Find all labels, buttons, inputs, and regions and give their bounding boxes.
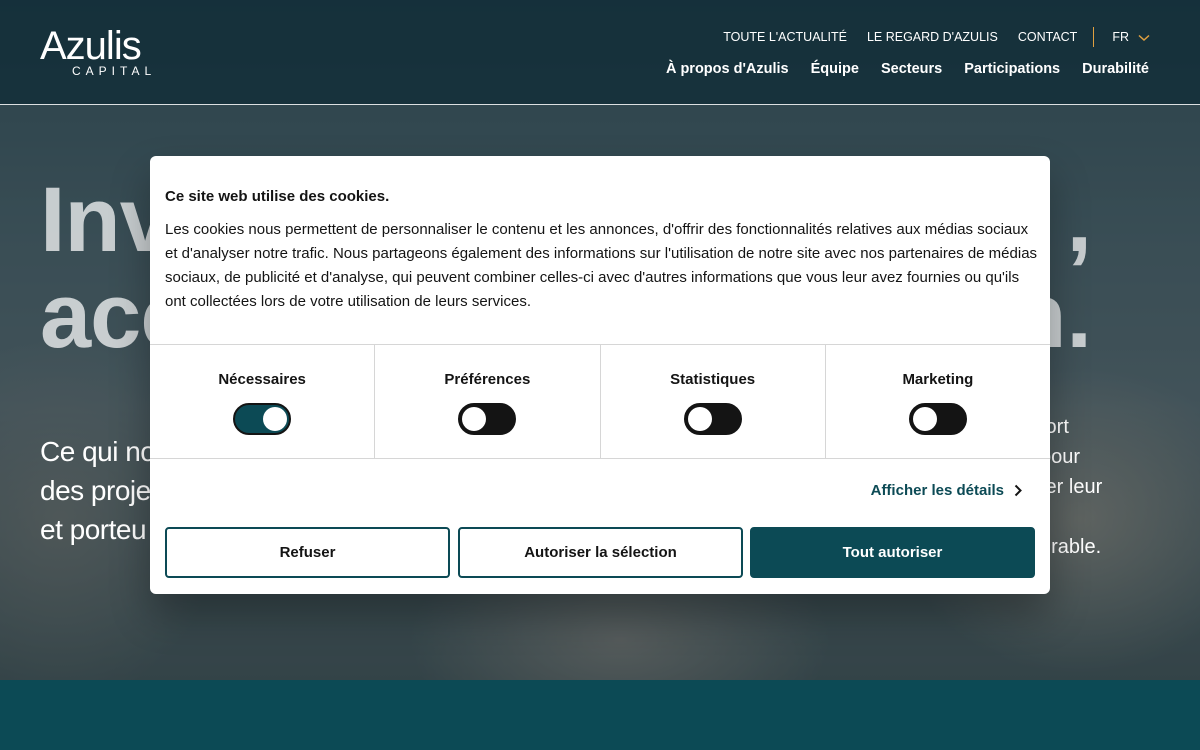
- language-code: FR: [1112, 30, 1129, 44]
- consent-label: Statistiques: [670, 371, 756, 388]
- logo-subtitle: CAPITAL: [72, 64, 157, 78]
- nav-link-actualite[interactable]: TOUTE L'ACTUALITÉ: [723, 30, 847, 44]
- cookie-dialog-description: Les cookies nous permettent de personnal…: [165, 221, 1038, 310]
- toggle-necessaires[interactable]: [233, 403, 292, 435]
- toggle-preferences[interactable]: [458, 403, 517, 435]
- nav-item-a-propos[interactable]: À propos d'Azulis: [666, 61, 789, 77]
- top-utility-nav: TOUTE L'ACTUALITÉ LE REGARD D'AZULIS CON…: [703, 27, 1150, 47]
- toggle-knob: [263, 407, 288, 431]
- nav-link-regard[interactable]: LE REGARD D'AZULIS: [867, 30, 998, 44]
- teal-section-band: [0, 680, 1200, 750]
- site-header: Azulis CAPITAL TOUTE L'ACTUALITÉ LE REGA…: [0, 0, 1200, 105]
- consent-category-necessaires: Nécessaires: [150, 345, 374, 458]
- chevron-right-icon: [1014, 484, 1022, 497]
- hero-side-line: pour: [1040, 446, 1081, 468]
- language-selector[interactable]: FR: [1112, 30, 1150, 44]
- nav-item-secteurs[interactable]: Secteurs: [881, 61, 942, 77]
- nav-item-participations[interactable]: Participations: [964, 61, 1060, 77]
- consent-label: Préférences: [444, 371, 531, 388]
- show-details-label: Afficher les détails: [870, 482, 1004, 499]
- consent-category-statistiques: Statistiques: [599, 345, 825, 458]
- nav-divider: [1093, 27, 1095, 47]
- consent-label: Nécessaires: [218, 371, 306, 388]
- hero-side-line: fort: [1040, 416, 1069, 438]
- logo[interactable]: Azulis CAPITAL: [40, 24, 151, 78]
- show-details-link[interactable]: Afficher les détails: [871, 482, 1022, 499]
- cookie-dialog-title: Ce site web utilise des cookies.: [165, 188, 390, 205]
- nav-item-durabilite[interactable]: Durabilité: [1082, 61, 1149, 77]
- hero-side-line: [1040, 502, 1130, 532]
- toggle-statistiques[interactable]: [683, 403, 742, 435]
- consent-category-preferences: Préférences: [374, 345, 599, 458]
- consent-category-marketing: Marketing: [824, 345, 1050, 458]
- consent-label: Marketing: [902, 371, 974, 388]
- hero-side-text: fort pour ter leur urable.: [1040, 412, 1130, 562]
- chevron-down-icon: [1138, 34, 1150, 42]
- refuse-button[interactable]: Refuser: [165, 527, 450, 578]
- hero-side-line: urable.: [1040, 536, 1102, 558]
- toggle-knob: [462, 407, 487, 431]
- main-nav: À propos d'Azulis Équipe Secteurs Partic…: [644, 61, 1149, 77]
- toggle-knob: [687, 407, 712, 431]
- cookie-consent-dialog: Ce site web utilise des cookies. Les coo…: [150, 156, 1050, 594]
- toggle-knob: [912, 407, 937, 431]
- toggle-marketing[interactable]: [908, 403, 967, 435]
- allow-selection-button[interactable]: Autoriser la sélection: [458, 527, 743, 578]
- nav-item-equipe[interactable]: Équipe: [811, 61, 859, 77]
- logo-wordmark: Azulis: [40, 24, 142, 68]
- hero-side-line: ter leur: [1040, 476, 1103, 498]
- consent-categories: Nécessaires Préférences Statistiques Mar…: [150, 344, 1050, 459]
- nav-link-contact[interactable]: CONTACT: [1018, 30, 1078, 44]
- allow-all-button[interactable]: Tout autoriser: [750, 527, 1035, 578]
